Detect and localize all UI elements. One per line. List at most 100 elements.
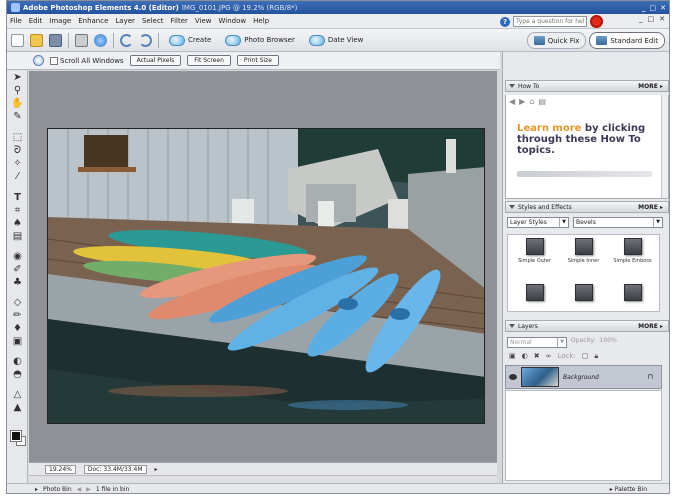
menu-filter[interactable]: Filter (171, 17, 188, 25)
new-file-icon[interactable] (11, 33, 24, 47)
style-item[interactable] (609, 284, 656, 318)
photo-bin-label[interactable]: Photo Bin (43, 486, 72, 493)
clone-stamp-tool-icon[interactable]: ♣ (11, 277, 24, 288)
adjustment-layer-icon[interactable]: ◐ (522, 352, 528, 361)
zoom-tool-icon[interactable]: ⚲ (11, 85, 24, 96)
quick-fix-button[interactable]: Quick Fix (526, 32, 587, 49)
new-layer-icon[interactable]: ▣ (509, 352, 516, 361)
how-to-header[interactable]: How To MORE ▸ (505, 80, 669, 92)
shape-tool-icon[interactable]: ◓ (11, 369, 24, 380)
menu-image[interactable]: Image (49, 17, 71, 25)
link-icon[interactable]: ∞ (546, 352, 552, 361)
photo-bin-next-icon[interactable]: ▶ (86, 486, 91, 493)
styles-header[interactable]: Styles and Effects MORE ▸ (505, 201, 669, 213)
foreground-color-swatch[interactable] (10, 430, 22, 442)
crop-tool-icon[interactable]: ⌗ (11, 205, 24, 216)
back-arrow-icon[interactable]: ◀ (509, 97, 515, 106)
help-search-input[interactable] (513, 16, 587, 27)
move-tool-icon[interactable]: ➤ (11, 72, 24, 83)
actual-pixels-button[interactable]: Actual Pixels (129, 55, 182, 66)
scroll-all-checkbox[interactable] (50, 56, 58, 65)
menu-help[interactable]: Help (253, 17, 269, 25)
type-tool-icon[interactable]: T (11, 192, 24, 203)
doc-restore-icon[interactable]: □ (648, 15, 655, 23)
how-to-more-button[interactable]: MORE ▸ (638, 83, 663, 90)
standard-edit-button[interactable]: Standard Edit (589, 32, 665, 49)
style-item[interactable] (560, 284, 607, 318)
scroll-all-windows-option[interactable]: Scroll All Windows (50, 56, 124, 65)
style-simple-inner[interactable]: Simple Inner (560, 238, 607, 282)
hand-tool-option-icon[interactable] (33, 55, 44, 66)
zoom-level[interactable]: 19.24% (45, 464, 76, 474)
style-simple-emboss[interactable]: Simple Emboss (609, 238, 656, 282)
collapse-triangle-icon[interactable] (509, 205, 515, 209)
collapse-triangle-icon[interactable] (509, 84, 515, 88)
menu-window[interactable]: Window (219, 17, 247, 25)
selection-brush-tool-icon[interactable]: ⁄ (11, 171, 24, 182)
home-icon[interactable]: ⌂ (529, 97, 534, 106)
style-simple-outer[interactable]: Simple Outer (511, 238, 558, 282)
opacity-value[interactable]: 100% (600, 337, 617, 348)
style-library-select[interactable]: Bevels ▼ (573, 217, 663, 228)
menu-layer[interactable]: Layer (115, 17, 135, 25)
magic-wand-tool-icon[interactable]: ✧ (11, 158, 24, 169)
close-icon[interactable]: ✕ (660, 4, 666, 12)
paint-bucket-tool-icon[interactable]: ▣ (11, 336, 24, 347)
healing-brush-tool-icon[interactable]: ✐ (11, 264, 24, 275)
photo-bin-prev-icon[interactable]: ◀ (77, 486, 82, 493)
print-icon[interactable]: ▤ (538, 97, 546, 106)
gradient-tool-icon[interactable]: ◐ (11, 356, 24, 367)
learn-more-link[interactable]: Learn more (517, 123, 581, 134)
sponge-tool-icon[interactable]: ▲ (11, 402, 24, 413)
print-size-button[interactable]: Print Size (236, 55, 279, 66)
print-icon[interactable] (75, 33, 88, 47)
status-menu-arrow-icon[interactable]: ▸ (155, 466, 158, 473)
eyedropper-tool-icon[interactable]: ✎ (11, 111, 24, 122)
layer-name[interactable]: Background (563, 374, 599, 381)
how-to-link[interactable] (517, 171, 652, 177)
style-item[interactable] (511, 284, 558, 318)
help-go-button[interactable] (590, 15, 603, 28)
photo-bin-toggle-icon[interactable]: ▸ (35, 486, 38, 493)
undo-icon[interactable] (120, 33, 133, 47)
create-button[interactable]: Create (165, 32, 215, 48)
lasso-tool-icon[interactable]: ᘐ (11, 145, 24, 156)
marquee-tool-icon[interactable]: ⬚ (11, 132, 24, 143)
cookie-cutter-tool-icon[interactable]: ♠ (11, 218, 24, 229)
menu-select[interactable]: Select (142, 17, 164, 25)
menu-view[interactable]: View (195, 17, 212, 25)
red-eye-tool-icon[interactable]: ◉ (11, 251, 24, 262)
date-view-button[interactable]: Date View (305, 32, 368, 48)
styles-more-button[interactable]: MORE ▸ (638, 204, 663, 211)
menu-enhance[interactable]: Enhance (78, 17, 108, 25)
menu-edit[interactable]: Edit (29, 17, 43, 25)
doc-close-icon[interactable]: ✕ (659, 15, 665, 23)
menu-file[interactable]: File (10, 17, 22, 25)
style-category-select[interactable]: Layer Styles ▼ (507, 217, 569, 228)
doc-minimize-icon[interactable]: _ (639, 15, 643, 23)
forward-arrow-icon[interactable]: ▶ (519, 97, 525, 106)
blend-mode-select[interactable]: Normal ▼ (507, 337, 567, 348)
open-folder-icon[interactable] (30, 33, 43, 47)
save-icon[interactable] (49, 33, 62, 47)
minimize-icon[interactable]: _ (642, 4, 646, 12)
blur-tool-icon[interactable]: △ (11, 389, 24, 400)
straighten-tool-icon[interactable]: ▤ (11, 231, 24, 242)
photo-browser-button[interactable]: Photo Browser (221, 32, 299, 48)
online-services-icon[interactable] (94, 33, 107, 47)
how-to-scrollbar[interactable] (661, 95, 668, 198)
collapse-triangle-icon[interactable] (509, 324, 515, 328)
hand-tool-icon[interactable]: ✋ (11, 98, 24, 109)
palette-bin-toggle[interactable]: ▸ Palette Bin (610, 486, 647, 493)
eraser-tool-icon[interactable]: ◇ (11, 297, 24, 308)
horizontal-scrollbar[interactable] (29, 475, 497, 483)
visibility-eye-icon[interactable] (509, 374, 517, 380)
pencil-tool-icon[interactable]: ✏ (11, 310, 24, 321)
brush-tool-icon[interactable]: ♦ (11, 323, 24, 334)
fit-screen-button[interactable]: Fit Screen (187, 55, 231, 66)
redo-icon[interactable] (139, 33, 152, 47)
lock-transparency-icon[interactable]: ▢ (582, 352, 589, 361)
layers-more-button[interactable]: MORE ▸ (638, 323, 663, 330)
delete-layer-icon[interactable]: ✖ (534, 352, 540, 361)
maximize-icon[interactable]: □ (650, 4, 657, 12)
